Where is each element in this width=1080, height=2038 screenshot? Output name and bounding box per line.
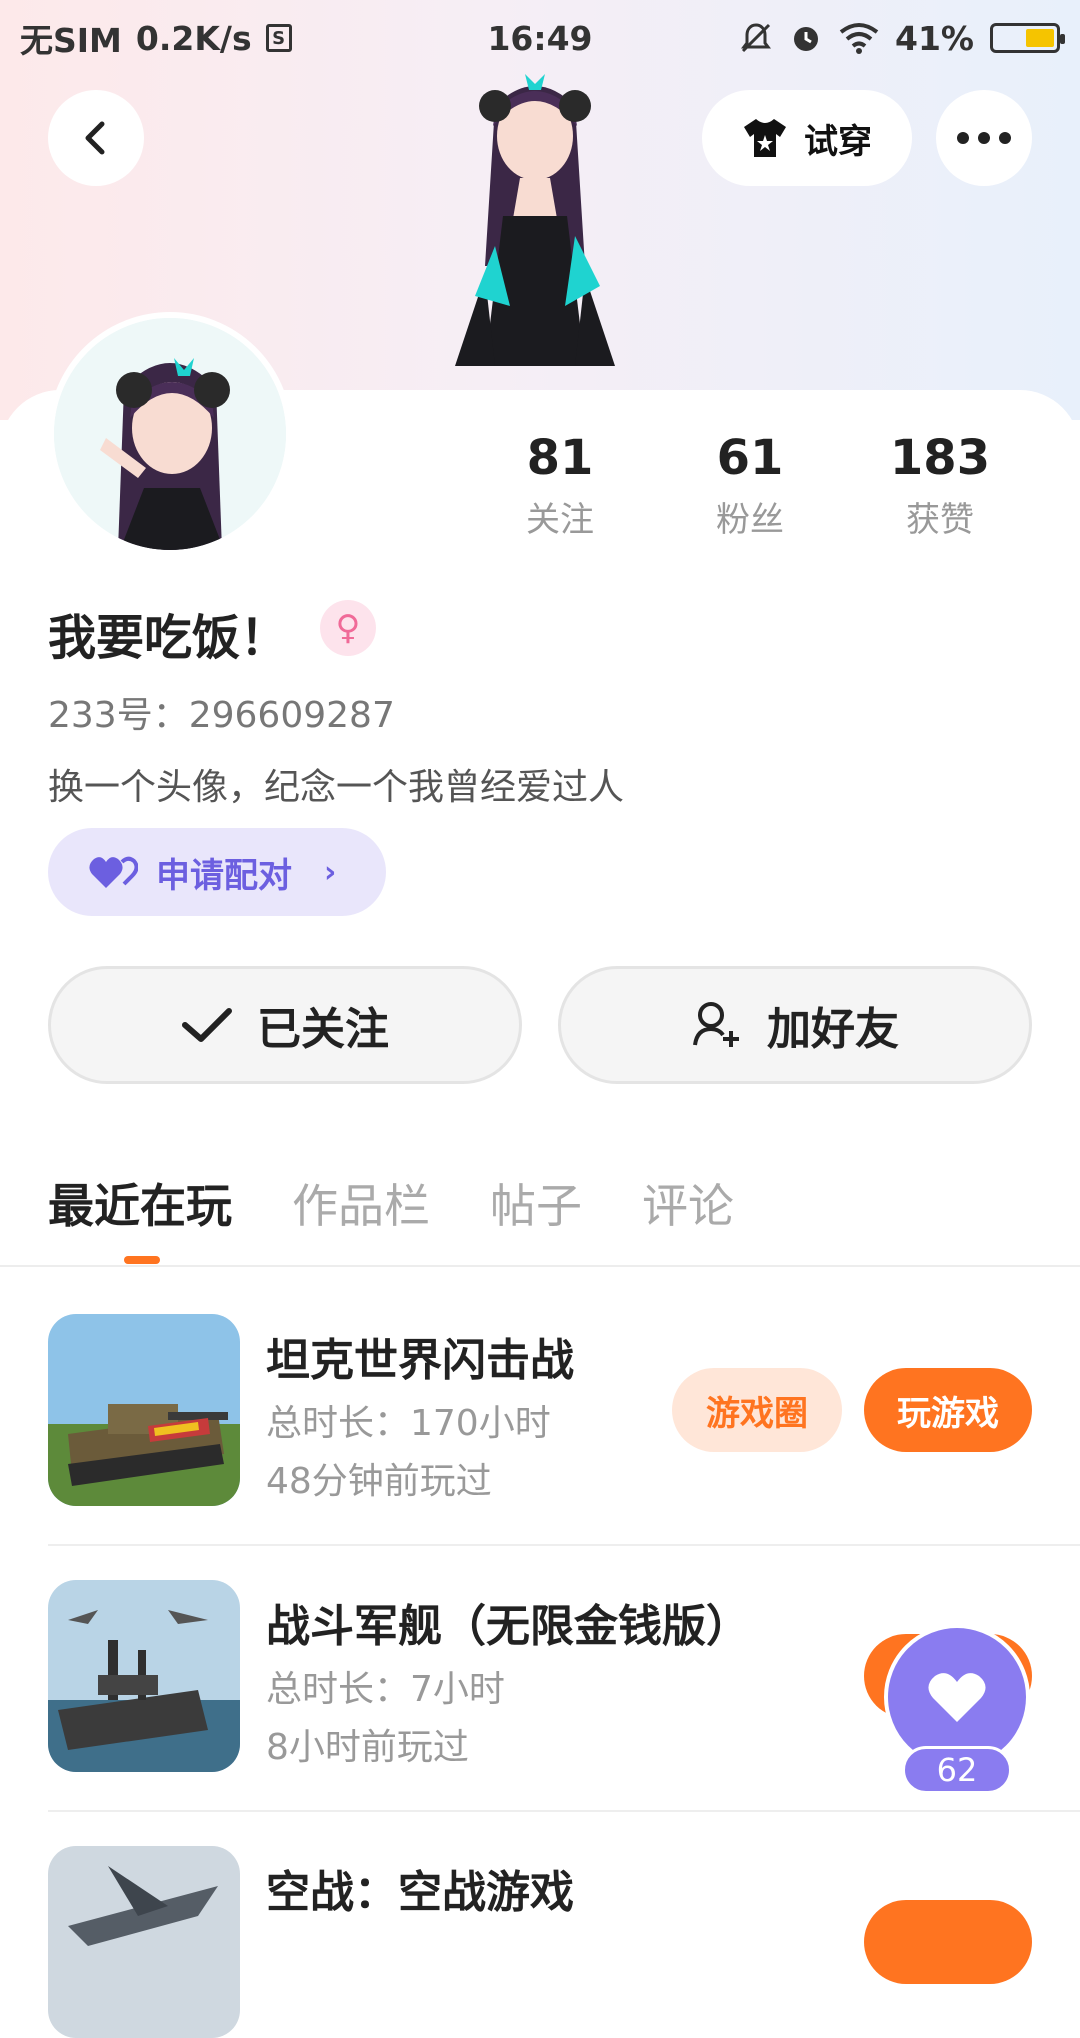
- profile-stats: 81 关注 61 粉丝 183 获赞: [470, 430, 1030, 541]
- back-button[interactable]: [48, 90, 144, 186]
- wifi-icon: [839, 23, 879, 54]
- username: 我要吃饭！: [48, 610, 289, 666]
- row-divider: [48, 1810, 1080, 1812]
- avatar-character-figure: [455, 74, 615, 366]
- network-speed: 0.2K/s: [135, 18, 252, 58]
- add-friend-label: 加好友: [767, 1004, 899, 1055]
- game-list-item[interactable]: 空战：空战游戏: [48, 1846, 1032, 2038]
- stat-following[interactable]: 81 关注: [470, 430, 650, 541]
- hearts-icon: [89, 856, 138, 888]
- row-divider: [48, 1544, 1080, 1546]
- tank-game-icon: [48, 1314, 240, 1506]
- tab-recently-played[interactable]: 最近在玩: [48, 1170, 232, 1236]
- battery-percent: 41%: [895, 18, 974, 58]
- status-right: 41%: [739, 18, 1065, 58]
- following-count: 81: [526, 430, 594, 486]
- tshirt-icon: [744, 119, 786, 157]
- game-name: 坦克世界闪击战: [266, 1335, 574, 1386]
- alarm-icon: [794, 27, 818, 51]
- sim-icon: S: [265, 24, 292, 52]
- mute-bell-icon: [741, 23, 771, 53]
- carrier-text: 无SIM: [20, 21, 122, 60]
- try-on-label: 试穿: [804, 121, 872, 162]
- add-friend-button[interactable]: 加好友: [558, 966, 1032, 1084]
- game-list-item[interactable]: 战斗军舰（无限金钱版） 总时长：7小时 8小时前玩过: [48, 1580, 1032, 1772]
- chevron-left-icon: [85, 121, 105, 155]
- profile-tabs: 最近在玩 作品栏 帖子 评论: [48, 1170, 734, 1236]
- more-dots-icon: [957, 132, 1011, 144]
- following-button[interactable]: 已关注: [48, 966, 522, 1084]
- apply-pair-label: 申请配对: [156, 855, 292, 896]
- status-bar: 无SIM 0.2K/s S 16:49 41%: [0, 0, 1080, 76]
- following-button-label: 已关注: [257, 1004, 389, 1055]
- game-last-played: 8小时前玩过: [266, 1727, 469, 1768]
- check-icon: [182, 1008, 232, 1042]
- tab-comments[interactable]: 评论: [642, 1170, 734, 1236]
- tab-posts[interactable]: 帖子: [490, 1170, 582, 1236]
- followers-label: 粉丝: [716, 500, 784, 540]
- avatar[interactable]: [48, 312, 292, 556]
- female-gender-icon: ♀: [320, 600, 376, 656]
- game-name: 战斗军舰（无限金钱版）: [266, 1601, 750, 1652]
- tabs-divider: [0, 1265, 1080, 1267]
- game-total-time: 总时长：170小时: [266, 1403, 551, 1444]
- stat-likes[interactable]: 183 获赞: [850, 430, 1030, 541]
- user-id: 233号：296609287: [48, 695, 395, 736]
- tab-works[interactable]: 作品栏: [292, 1170, 430, 1236]
- battery-icon: [990, 23, 1065, 53]
- game-last-played: 48分钟前玩过: [266, 1461, 492, 1502]
- chevron-right-icon: ›: [324, 854, 337, 890]
- warship-game-icon: [48, 1580, 240, 1772]
- likes-count: 183: [889, 430, 991, 486]
- try-on-button[interactable]: 试穿: [702, 90, 912, 186]
- likes-label: 获赞: [906, 500, 974, 540]
- game-thumbnail-tank[interactable]: [48, 1314, 240, 1506]
- stat-followers[interactable]: 61 粉丝: [660, 430, 840, 541]
- game-list-item[interactable]: 坦克世界闪击战 总时长：170小时 48分钟前玩过 游戏圈 玩游戏: [48, 1314, 1032, 1506]
- followers-count: 61: [716, 430, 784, 486]
- like-count-badge: 62: [902, 1746, 1012, 1794]
- apply-pair-button[interactable]: 申请配对 ›: [48, 828, 386, 916]
- game-total-time: 总时长：7小时: [266, 1669, 505, 1710]
- game-thumbnail-warship[interactable]: [48, 1580, 240, 1772]
- user-bio: 换一个头像，纪念一个我曾经爱过人: [48, 767, 625, 808]
- more-button[interactable]: [936, 90, 1032, 186]
- avatar-image: [54, 318, 286, 550]
- game-name: 空战：空战游戏: [266, 1867, 574, 1918]
- play-game-button[interactable]: 玩游戏: [864, 1368, 1032, 1452]
- heart-icon: [928, 1673, 986, 1722]
- status-left: 无SIM 0.2K/s S: [20, 14, 292, 62]
- add-user-icon: [693, 1002, 739, 1047]
- active-tab-indicator: [124, 1256, 160, 1264]
- play-game-button[interactable]: [864, 1900, 1032, 1984]
- following-label: 关注: [526, 500, 594, 540]
- game-circle-button[interactable]: 游戏圈: [672, 1368, 842, 1452]
- aircombat-game-icon: [48, 1846, 240, 2038]
- game-thumbnail-aircombat[interactable]: [48, 1846, 240, 2038]
